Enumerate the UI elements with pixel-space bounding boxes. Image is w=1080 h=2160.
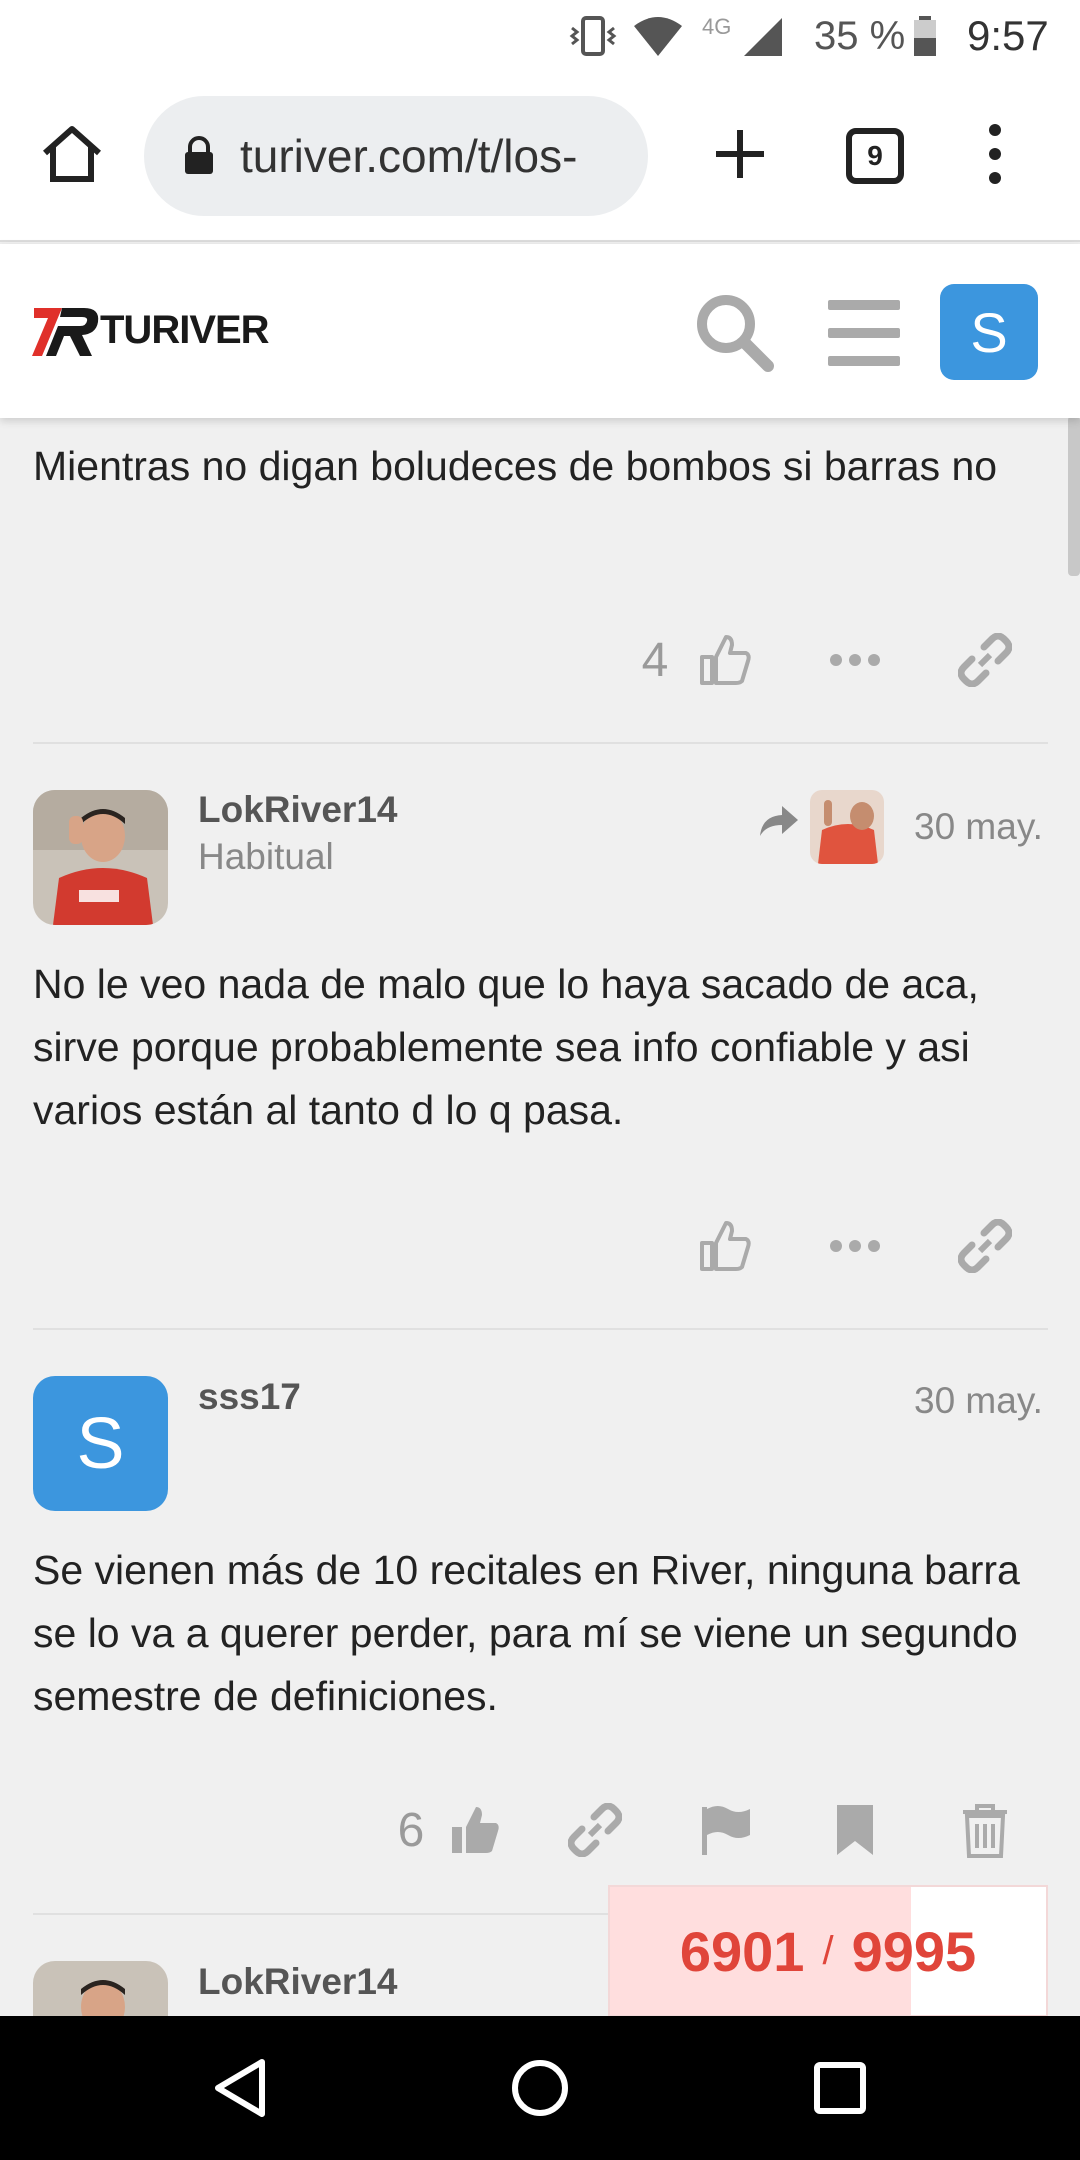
new-tab-icon[interactable] [700,112,780,196]
clock: 9:57 [967,12,1049,59]
reply-to-avatar[interactable] [810,790,884,864]
post-username[interactable]: LokRiver14 [198,789,398,831]
post-divider [33,742,1048,744]
flag-icon[interactable] [690,1790,760,1870]
reply-to-icon[interactable] [758,804,800,843]
post-actions [0,1206,1080,1286]
tab-switcher-button[interactable]: 9 [846,128,904,184]
progress-text: 6901 / 9995 [610,1887,1046,2015]
post-actions: 6 [0,1790,1080,1870]
like-icon[interactable] [690,620,760,700]
recent-apps-icon[interactable] [780,2016,900,2160]
post-username[interactable]: LokRiver14 [198,1961,398,2003]
post-date[interactable]: 30 may. [914,1380,1043,1422]
share-link-icon[interactable] [950,1206,1020,1286]
battery-percent: 35 % [814,13,906,58]
liked-icon[interactable] [440,1790,510,1870]
network-type: 4G [702,14,732,39]
share-link-icon[interactable] [950,620,1020,700]
logo-mark-icon [32,308,99,356]
post-body: Se vienen más de 10 recitales en River, … [33,1547,1020,1719]
share-link-icon[interactable] [560,1790,630,1870]
post-body: Mientras no digan boludeces de bombos si… [33,443,998,489]
progress-separator: / [822,1928,834,1973]
hamburger-menu-icon[interactable] [828,300,900,366]
avatar[interactable]: S [33,1376,168,1511]
like-count: 4 [641,633,669,687]
overflow-menu-icon[interactable] [970,112,1020,196]
like-icon[interactable] [690,1206,760,1286]
url-text: turiver.com/t/los- [240,130,578,182]
avatar[interactable] [33,790,168,925]
cellular-signal-icon: 4G [702,0,786,72]
browser-toolbar: turiver.com/t/los- 9 [0,72,1080,242]
post-date[interactable]: 30 may. [914,806,1043,848]
tab-count: 9 [867,140,883,171]
post-username[interactable]: sss17 [198,1376,301,1418]
back-icon[interactable] [180,2016,300,2160]
battery-icon [912,0,938,72]
page-scrollbar[interactable] [1068,416,1080,576]
home-circle-icon[interactable] [480,2016,600,2160]
lock-icon [182,136,216,176]
post-body: No le veo nada de malo que lo haya sacad… [33,961,979,1133]
topic-posts: Mientras no digan boludeces de bombos si… [0,418,1080,2016]
more-options-icon[interactable] [820,620,890,700]
post-divider [33,1328,1048,1330]
site-header: TURIVER S [0,244,1080,418]
post-actions: 4 [0,620,1080,700]
topic-progress[interactable]: 6901 / 9995 [608,1885,1048,2017]
logo-text: TURIVER [100,307,270,352]
user-avatar-button[interactable]: S [940,284,1038,380]
site-logo[interactable]: TURIVER [32,302,270,358]
delete-icon[interactable] [950,1790,1020,1870]
bookmark-icon[interactable] [820,1790,890,1870]
avatar-letter: S [76,1403,125,1484]
system-navigation-bar [0,2016,1080,2160]
user-avatar-letter: S [970,300,1008,364]
progress-current: 6901 [679,1919,805,1983]
home-icon[interactable] [30,112,114,196]
vibrate-icon [568,0,618,72]
like-count: 6 [397,1803,425,1857]
address-bar[interactable]: turiver.com/t/los- [144,96,648,216]
search-icon[interactable] [692,290,778,376]
avatar[interactable] [33,1961,168,2016]
status-bar: 4G 35 % 9:57 [0,0,1080,72]
wifi-icon [632,0,684,72]
progress-total: 9995 [851,1919,977,1983]
user-title: Habitual [198,836,334,877]
more-options-icon[interactable] [820,1206,890,1286]
